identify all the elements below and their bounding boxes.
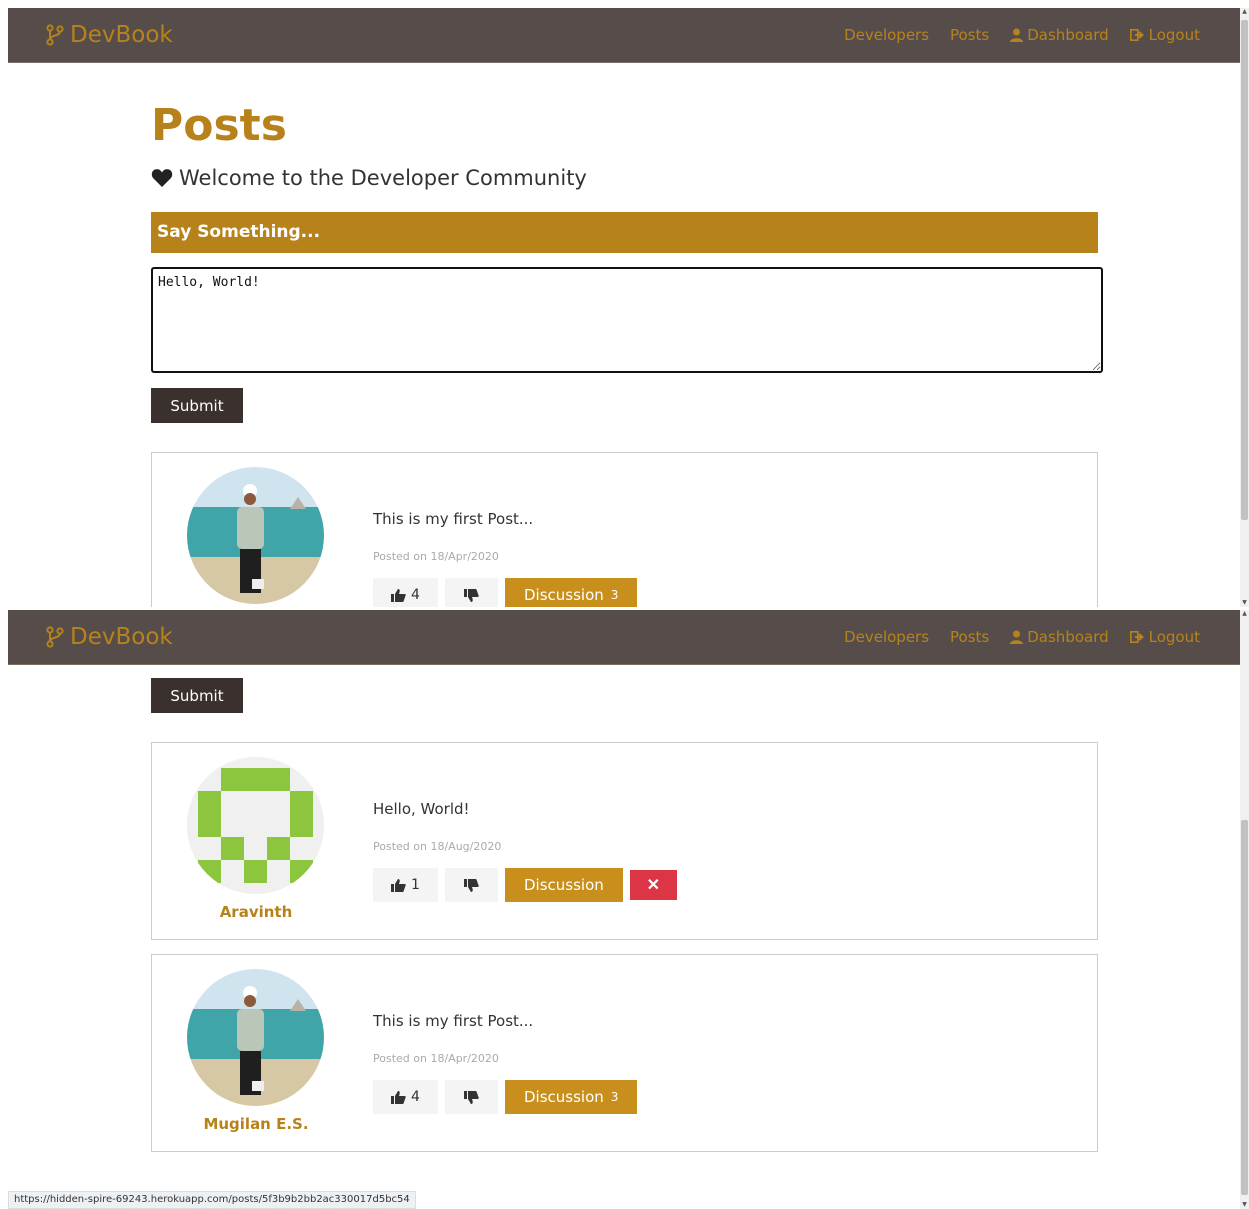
nav-posts[interactable]: Posts [950,26,989,44]
post-date: Posted on 18/Aug/2020 [373,840,502,853]
post-avatar-column: Mugilan E.S. [187,969,325,1133]
nav-links: Developers Posts Dashboard Logout [844,628,1200,646]
browser-frame-top: DevBook Developers Posts Dashboard Logou… [8,8,1240,607]
brand-name: DevBook [70,624,173,650]
thumbs-down-icon [464,588,479,602]
thumbs-up-icon [391,588,406,602]
heart-icon [151,169,173,187]
unlike-button[interactable] [445,1080,498,1114]
nav-dashboard[interactable]: Dashboard [1010,26,1109,44]
post-avatar-column: Aravinth [187,757,325,921]
nav-logout-label: Logout [1148,26,1200,44]
code-branch-icon [46,626,64,648]
navbar: DevBook Developers Posts Dashboard Logou… [8,8,1240,63]
delete-post-button[interactable]: ✕ [629,870,677,900]
user-icon [1010,28,1024,42]
page-title: Posts [151,100,287,151]
post-form-header: Say Something... [151,212,1098,253]
discussion-label: Discussion [524,586,604,604]
nav-dashboard[interactable]: Dashboard [1010,628,1109,646]
scrollbar-bottom[interactable]: ▲ ▼ [1240,610,1249,1209]
like-count: 4 [411,587,420,603]
submit-button[interactable]: Submit [151,388,243,423]
scroll-thumb[interactable] [1241,20,1248,520]
avatar[interactable] [187,969,324,1106]
identicon-avatar [187,757,324,894]
page-lead: Welcome to the Developer Community [151,166,587,190]
author-name[interactable]: Mugilan E.S. [187,1115,325,1133]
like-button[interactable]: 4 [373,1080,438,1114]
submit-button[interactable]: Submit [151,678,243,713]
thumbs-down-icon [464,878,479,892]
lead-text: Welcome to the Developer Community [179,166,587,190]
post-text: Hello, World! [373,800,470,818]
avatar[interactable] [187,467,324,604]
post-date: Posted on 18/Apr/2020 [373,550,499,563]
sign-out-icon [1129,29,1144,41]
author-name[interactable]: Aravinth [187,903,325,921]
user-icon [1010,630,1024,644]
thumbs-down-icon [464,1090,479,1104]
post-textarea[interactable] [151,267,1103,373]
scroll-down-icon[interactable]: ▼ [1240,1201,1249,1209]
post-date: Posted on 18/Apr/2020 [373,1052,499,1065]
scroll-up-icon[interactable]: ▲ [1240,610,1249,618]
discussion-count: 3 [610,588,619,602]
nav-logout[interactable]: Logout [1129,628,1200,646]
status-bar-url: https://hidden-spire-69243.herokuapp.com… [8,1191,416,1209]
scroll-thumb[interactable] [1241,820,1248,1195]
post-body: This is my first Post... Posted on 18/Ap… [373,510,638,607]
close-icon: ✕ [646,877,660,894]
like-count: 1 [411,877,420,893]
post-actions: 4 Discussion 3 [373,578,638,607]
discussion-button[interactable]: Discussion 3 [505,578,638,607]
browser-frame-bottom: DevBook Developers Posts Dashboard Logou… [8,610,1240,1209]
thumbs-up-icon [391,878,406,892]
avatar[interactable] [187,757,324,894]
scrollbar-top[interactable]: ▲ ▼ [1240,8,1249,607]
scroll-up-icon[interactable]: ▲ [1240,8,1249,16]
post-actions: 1 Discussion ✕ [373,868,677,902]
post-body: Hello, World! Posted on 18/Aug/2020 1 Di… [373,800,677,902]
unlike-button[interactable] [445,868,498,902]
post-item: This is my first Post... Posted on 18/Ap… [151,452,1098,607]
like-button[interactable]: 4 [373,578,438,607]
post-text: This is my first Post... [373,510,534,528]
nav-dashboard-label: Dashboard [1027,628,1109,646]
thumbs-up-icon [391,1090,406,1104]
scroll-down-icon[interactable]: ▼ [1240,599,1249,607]
navbar: DevBook Developers Posts Dashboard Logou… [8,610,1240,665]
nav-links: Developers Posts Dashboard Logout [844,26,1200,44]
unlike-button[interactable] [445,578,498,607]
discussion-button[interactable]: Discussion [505,868,623,902]
code-branch-icon [46,24,64,46]
post-item: Aravinth Hello, World! Posted on 18/Aug/… [151,742,1098,940]
brand-name: DevBook [70,22,173,48]
nav-logout[interactable]: Logout [1129,26,1200,44]
brand-link[interactable]: DevBook [46,22,173,48]
brand-link[interactable]: DevBook [46,624,173,650]
post-item: Mugilan E.S. This is my first Post... Po… [151,954,1098,1152]
nav-developers[interactable]: Developers [844,628,929,646]
post-avatar-column [187,467,325,604]
discussion-count: 3 [610,1090,619,1104]
discussion-button[interactable]: Discussion 3 [505,1080,638,1114]
discussion-label: Discussion [524,1088,604,1106]
nav-developers[interactable]: Developers [844,26,929,44]
nav-dashboard-label: Dashboard [1027,26,1109,44]
sign-out-icon [1129,631,1144,643]
like-button[interactable]: 1 [373,868,438,902]
post-actions: 4 Discussion 3 [373,1080,638,1114]
like-count: 4 [411,1089,420,1105]
avatar-photo [187,969,324,1106]
post-body: This is my first Post... Posted on 18/Ap… [373,1012,638,1114]
nav-posts[interactable]: Posts [950,628,989,646]
nav-logout-label: Logout [1148,628,1200,646]
discussion-label: Discussion [524,876,604,894]
avatar-photo [187,467,324,604]
post-text: This is my first Post... [373,1012,534,1030]
